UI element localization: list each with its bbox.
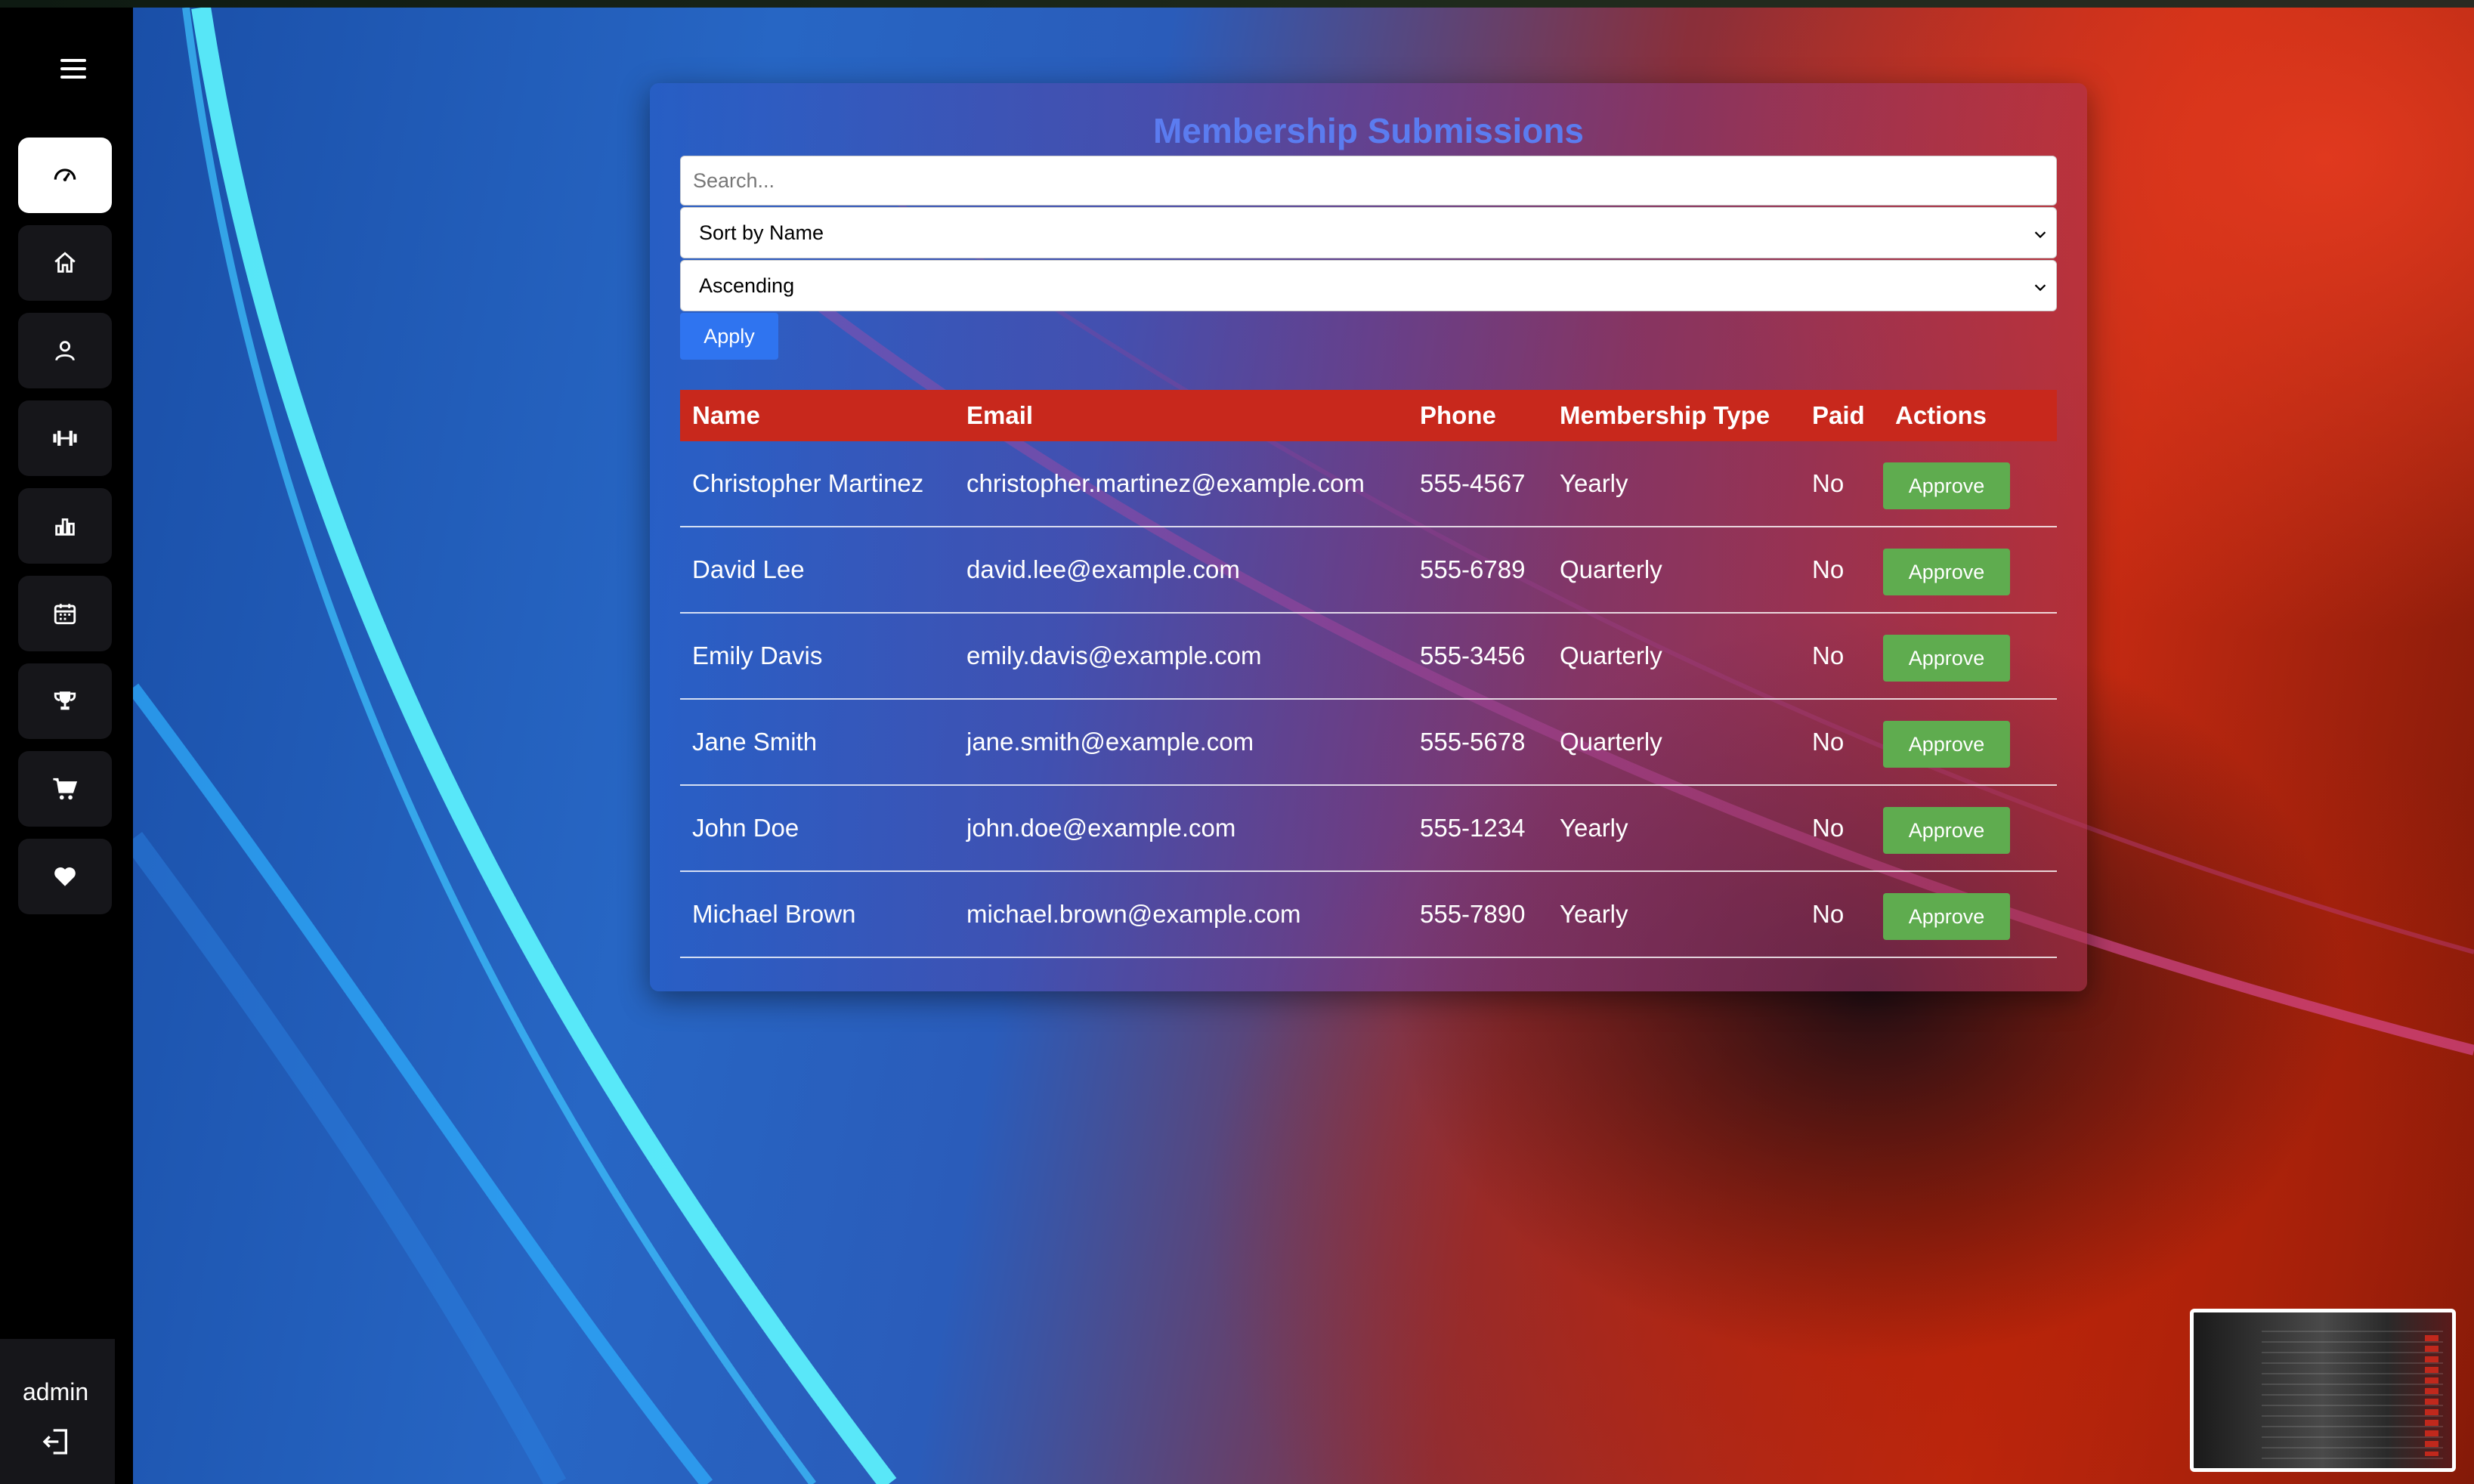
sidebar: admin (0, 8, 133, 1484)
approve-button[interactable]: Approve (1883, 893, 2010, 940)
cell-phone: 555-4567 (1420, 469, 1526, 497)
cell-phone: 555-3456 (1420, 642, 1526, 669)
column-header-phone: Phone (1420, 401, 1496, 429)
approve-button[interactable]: Approve (1883, 635, 2010, 682)
table-row: Emily Davis emily.davis@example.com 555-34… (680, 614, 2057, 700)
nav-achievements[interactable] (18, 663, 112, 739)
cell-name: David Lee (692, 555, 805, 583)
trophy-icon (54, 691, 76, 710)
cell-email: john.doe@example.com (966, 814, 1236, 842)
menu-icon[interactable] (60, 59, 86, 79)
submissions-table: Name Email Phone Membership Type Paid Ac… (680, 390, 2057, 958)
search-input[interactable] (680, 156, 2057, 206)
cell-name: Christopher Martinez (692, 469, 924, 497)
approve-button[interactable]: Approve (1883, 549, 2010, 595)
screenshot-thumbnail[interactable] (2190, 1309, 2456, 1472)
nav-calendar[interactable] (18, 576, 112, 651)
nav-dashboard[interactable] (18, 138, 112, 213)
column-header-actions: Actions (1895, 401, 1987, 429)
thumbnail-preview-accent (2425, 1335, 2438, 1456)
chevron-down-icon (2034, 231, 2046, 239)
cell-email: jane.smith@example.com (966, 728, 1254, 756)
sort-order-value: Ascending (699, 274, 795, 297)
cell-phone: 555-1234 (1420, 814, 1526, 842)
chevron-down-icon (2034, 284, 2046, 292)
nav-home[interactable] (18, 225, 112, 301)
calendar-icon (54, 604, 76, 625)
table-row: David Lee david.lee@example.com 555-6789 Qu… (680, 527, 2057, 614)
nav-stats[interactable] (18, 488, 112, 564)
bar-chart-icon (55, 518, 75, 536)
home-icon (54, 252, 76, 273)
cell-paid: No (1812, 555, 1845, 583)
table-row: Michael Brown michael.brown@example.com 55… (680, 872, 2057, 958)
apply-button[interactable]: Apply (680, 313, 778, 360)
cell-paid: No (1812, 469, 1845, 497)
cell-paid: No (1812, 900, 1845, 928)
nav-workouts[interactable] (18, 400, 112, 476)
cell-email: david.lee@example.com (966, 555, 1240, 583)
cell-name: Jane Smith (692, 728, 818, 756)
cell-name: Michael Brown (692, 900, 856, 928)
cell-membership-type: Quarterly (1560, 728, 1662, 756)
logout-icon[interactable] (41, 1427, 71, 1457)
thumbnail-preview (2262, 1331, 2443, 1459)
sort-order-select[interactable]: Ascending (680, 260, 2057, 311)
cell-paid: No (1812, 642, 1845, 669)
cell-name: John Doe (692, 814, 799, 842)
table-row: Christopher Martinez christopher.martinez… (680, 441, 2057, 527)
cell-phone: 555-5678 (1420, 728, 1526, 756)
approve-button[interactable]: Approve (1883, 807, 2010, 854)
cell-membership-type: Yearly (1560, 814, 1628, 842)
cell-phone: 555-6789 (1420, 555, 1526, 583)
cell-paid: No (1812, 814, 1845, 842)
cell-membership-type: Yearly (1560, 469, 1628, 497)
sort-field-select[interactable]: Sort by Name (680, 207, 2057, 258)
column-header-membership-type: Membership Type (1560, 401, 1770, 429)
cell-email: christopher.martinez@example.com (966, 469, 1365, 497)
table-row: John Doe john.doe@example.com 555-1234 Year… (680, 786, 2057, 872)
cell-name: Emily Davis (692, 642, 823, 669)
approve-button[interactable]: Approve (1883, 462, 2010, 509)
cell-paid: No (1812, 728, 1845, 756)
nav-shop[interactable] (18, 751, 112, 827)
cell-membership-type: Quarterly (1560, 642, 1662, 669)
approve-button[interactable]: Approve (1883, 721, 2010, 768)
cell-membership-type: Yearly (1560, 900, 1628, 928)
table-header: Name Email Phone Membership Type Paid Ac… (680, 390, 2057, 441)
dumbbell-icon (53, 431, 77, 446)
sort-field-value: Sort by Name (699, 221, 824, 244)
top-bar (0, 0, 2474, 8)
membership-submissions-card: Membership Submissions Sort by Name Asce… (650, 83, 2087, 991)
heart-icon (54, 867, 76, 886)
cell-email: emily.davis@example.com (966, 642, 1262, 669)
cell-email: michael.brown@example.com (966, 900, 1301, 928)
table-row: Jane Smith jane.smith@example.com 555-5678… (680, 700, 2057, 786)
nav-favorites[interactable] (18, 839, 112, 914)
column-header-paid: Paid (1812, 401, 1865, 429)
nav-profile[interactable] (18, 313, 112, 388)
user-icon (55, 341, 75, 361)
cell-membership-type: Quarterly (1560, 555, 1662, 583)
column-header-email: Email (966, 401, 1034, 429)
dashboard-icon (54, 168, 76, 181)
cell-phone: 555-7890 (1420, 900, 1526, 928)
column-header-name: Name (692, 401, 760, 429)
username: admin (23, 1378, 89, 1405)
cart-icon (53, 778, 78, 800)
page-title: Membership Submissions (1152, 111, 1584, 150)
user-panel: admin (0, 1339, 115, 1484)
